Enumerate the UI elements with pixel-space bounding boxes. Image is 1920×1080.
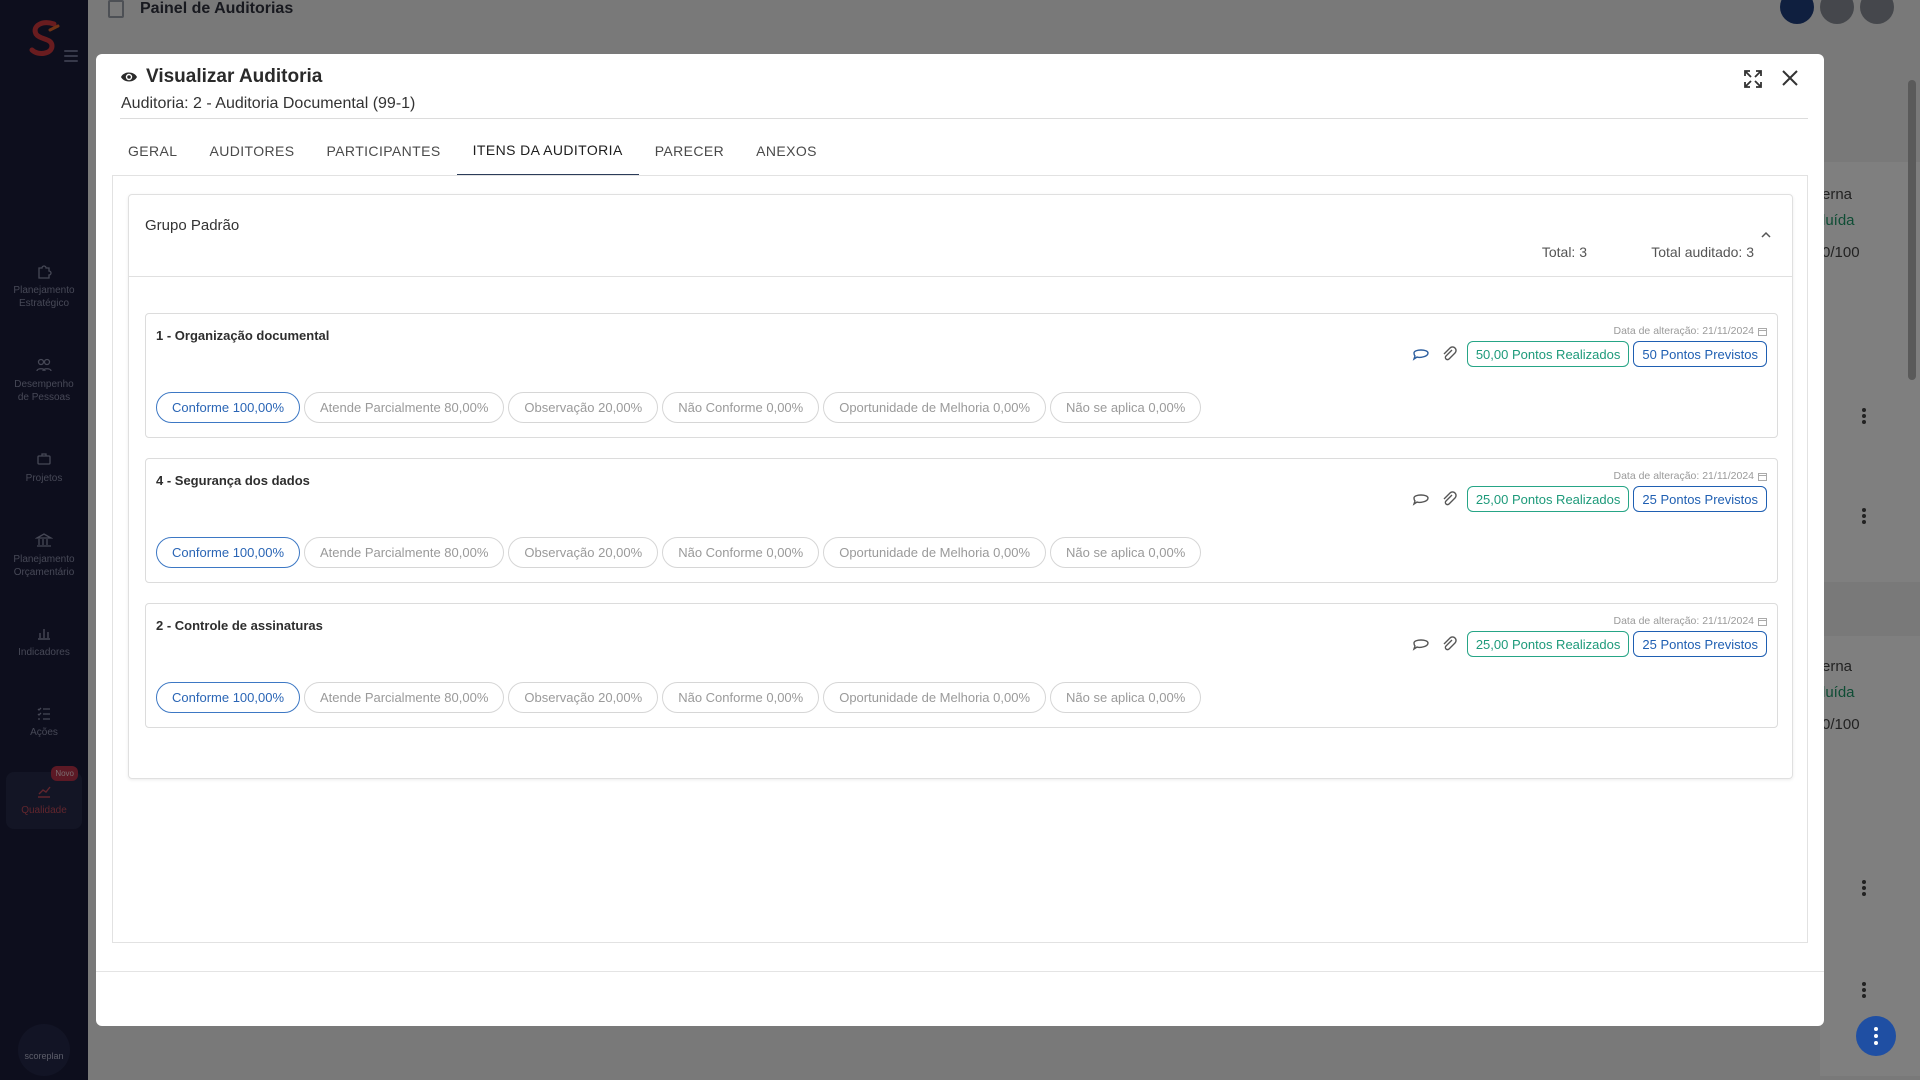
comment-icon[interactable] [1411, 489, 1431, 509]
attachment-icon[interactable] [1439, 489, 1459, 509]
attachment-icon[interactable] [1439, 344, 1459, 364]
option-atende-parcialmente[interactable]: Atende Parcialmente 80,00% [304, 682, 505, 713]
close-icon[interactable] [1778, 66, 1802, 90]
expected-points-badge: 25 Pontos Previstos [1633, 631, 1767, 657]
divider [120, 118, 1808, 119]
option-conforme[interactable]: Conforme 100,00% [156, 537, 301, 568]
option-conforme[interactable]: Conforme 100,00% [156, 392, 301, 423]
option-observacao[interactable]: Observação 20,00% [508, 537, 659, 568]
tab-content: Grupo Padrão Total: 3 Total auditado: 3 … [112, 175, 1808, 943]
floating-menu-button[interactable] [1856, 1016, 1896, 1056]
answer-options: Conforme 100,00% Atende Parcialmente 80,… [156, 392, 1202, 423]
tab-bar: GERAL AUDITORES PARTICIPANTES ITENS DA A… [112, 126, 833, 176]
answer-options: Conforme 100,00% Atende Parcialmente 80,… [156, 682, 1202, 713]
group-total: Total: 3 [1541, 244, 1587, 260]
realized-points-badge: 25,00 Pontos Realizados [1466, 486, 1630, 512]
answer-options: Conforme 100,00% Atende Parcialmente 80,… [156, 537, 1202, 568]
option-nao-se-aplica[interactable]: Não se aplica 0,00% [1050, 392, 1202, 423]
audit-item-date: Data de alteração: 21/11/2024 [1613, 615, 1767, 627]
option-nao-conforme[interactable]: Não Conforme 0,00% [662, 392, 820, 423]
audit-item-actions: 25,00 Pontos Realizados 25 Pontos Previs… [1411, 631, 1767, 657]
option-conforme[interactable]: Conforme 100,00% [156, 682, 301, 713]
tab-geral[interactable]: GERAL [112, 126, 193, 176]
option-oportunidade-melhoria[interactable]: Oportunidade de Melhoria 0,00% [823, 392, 1047, 423]
group-name: Grupo Padrão [145, 217, 240, 234]
comment-icon[interactable] [1411, 344, 1431, 364]
date-text: Data de alteração: 21/11/2024 [1613, 615, 1755, 627]
modal-subtitle: Auditoria: 2 - Auditoria Documental (99-… [121, 95, 416, 112]
tab-auditores[interactable]: AUDITORES [193, 126, 310, 176]
option-nao-se-aplica[interactable]: Não se aplica 0,00% [1050, 682, 1202, 713]
comment-icon[interactable] [1411, 634, 1431, 654]
audit-item-actions: 50,00 Pontos Realizados 50 Pontos Previs… [1411, 341, 1767, 367]
eye-icon [121, 72, 137, 82]
calendar-icon [1758, 472, 1767, 481]
expected-points-badge: 25 Pontos Previstos [1633, 486, 1767, 512]
view-audit-modal: Visualizar Auditoria Auditoria: 2 - Audi… [96, 54, 1824, 1026]
attachment-icon[interactable] [1439, 634, 1459, 654]
audit-item-date: Data de alteração: 21/11/2024 [1613, 325, 1767, 337]
option-nao-se-aplica[interactable]: Não se aplica 0,00% [1050, 537, 1202, 568]
option-atende-parcialmente[interactable]: Atende Parcialmente 80,00% [304, 537, 505, 568]
audit-item-actions: 25,00 Pontos Realizados 25 Pontos Previs… [1411, 486, 1767, 512]
expected-points-badge: 50 Pontos Previstos [1633, 341, 1767, 367]
audit-item-title: 2 - Controle de assinaturas [156, 618, 323, 633]
tab-parecer[interactable]: PARECER [639, 126, 740, 176]
date-text: Data de alteração: 21/11/2024 [1613, 470, 1755, 482]
audit-item-card: 2 - Controle de assinaturas Data de alte… [145, 603, 1778, 728]
audit-item-card: 4 - Segurança dos dados Data de alteraçã… [145, 458, 1778, 583]
modal-title: Visualizar Auditoria [120, 66, 322, 88]
option-nao-conforme[interactable]: Não Conforme 0,00% [662, 537, 820, 568]
audit-item-date: Data de alteração: 21/11/2024 [1613, 470, 1767, 482]
option-nao-conforme[interactable]: Não Conforme 0,00% [662, 682, 820, 713]
option-oportunidade-melhoria[interactable]: Oportunidade de Melhoria 0,00% [823, 682, 1047, 713]
audit-item-title: 4 - Segurança dos dados [156, 473, 310, 488]
modal-footer-divider [96, 971, 1824, 972]
group-total-audited: Total auditado: 3 [1651, 244, 1754, 260]
realized-points-badge: 50,00 Pontos Realizados [1466, 341, 1630, 367]
option-oportunidade-melhoria[interactable]: Oportunidade de Melhoria 0,00% [823, 537, 1047, 568]
chevron-up-icon[interactable] [1760, 231, 1772, 239]
calendar-icon [1758, 617, 1767, 626]
option-atende-parcialmente[interactable]: Atende Parcialmente 80,00% [304, 392, 505, 423]
tab-anexos[interactable]: ANEXOS [740, 126, 833, 176]
audit-group-panel: Grupo Padrão Total: 3 Total auditado: 3 … [128, 194, 1793, 779]
calendar-icon [1758, 327, 1767, 336]
audit-item-title: 1 - Organização documental [156, 328, 330, 343]
tab-itens-da-auditoria[interactable]: ITENS DA AUDITORIA [456, 126, 639, 176]
option-observacao[interactable]: Observação 20,00% [508, 392, 659, 423]
group-header[interactable]: Grupo Padrão Total: 3 Total auditado: 3 [129, 195, 1792, 277]
audit-item-card: 1 - Organização documental Data de alter… [145, 313, 1778, 438]
modal-title-text: Visualizar Auditoria [146, 66, 323, 87]
date-text: Data de alteração: 21/11/2024 [1613, 325, 1755, 337]
option-observacao[interactable]: Observação 20,00% [508, 682, 659, 713]
tab-participantes[interactable]: PARTICIPANTES [311, 126, 457, 176]
fullscreen-icon[interactable] [1742, 68, 1764, 90]
realized-points-badge: 25,00 Pontos Realizados [1466, 631, 1630, 657]
